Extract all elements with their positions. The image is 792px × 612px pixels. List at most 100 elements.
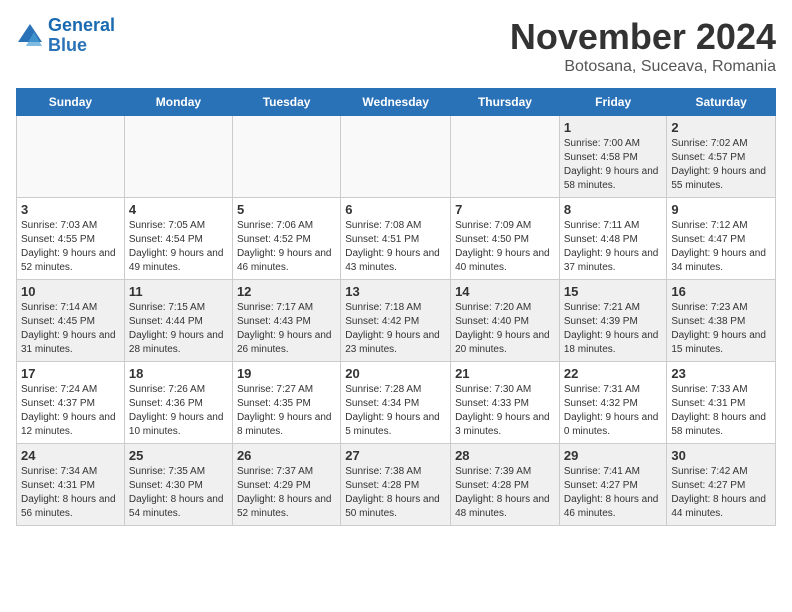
day-of-week-header: Wednesday [341, 89, 451, 116]
calendar-cell: 1 Sunrise: 7:00 AM Sunset: 4:58 PM Daylig… [559, 116, 667, 198]
calendar-cell: 18 Sunrise: 7:26 AM Sunset: 4:36 PM Dayli… [124, 362, 232, 444]
day-info: Sunrise: 7:06 AM Sunset: 4:52 PM Dayligh… [237, 219, 336, 275]
day-number: 29 [564, 448, 663, 463]
calendar-cell: 11Sunrise: 7:15 AM Sunset: 4:44 PM Dayli… [124, 280, 232, 362]
calendar-cell: 17 Sunrise: 7:24 AM Sunset: 4:37 PM Dayli… [17, 362, 125, 444]
calendar-cell: 19Sunrise: 7:27 AM Sunset: 4:35 PM Dayli… [232, 362, 340, 444]
calendar-cell: 2 Sunrise: 7:02 AM Sunset: 4:57 PM Daylig… [667, 116, 776, 198]
calendar-cell: 21 Sunrise: 7:30 AM Sunset: 4:33 PM Dayli… [451, 362, 560, 444]
calendar-cell [232, 116, 340, 198]
calendar-week-row: 1 Sunrise: 7:00 AM Sunset: 4:58 PM Daylig… [17, 116, 776, 198]
day-info: Sunrise: 7:00 AM Sunset: 4:58 PM Dayligh… [564, 137, 663, 193]
calendar-cell: 12 Sunrise: 7:17 AM Sunset: 4:43 PM Dayli… [232, 280, 340, 362]
day-info: Sunrise: 7:08 AM Sunset: 4:51 PM Dayligh… [345, 219, 446, 275]
day-of-week-header: Friday [559, 89, 667, 116]
day-info: Sunrise: 7:31 AM Sunset: 4:32 PM Dayligh… [564, 383, 663, 439]
calendar-cell: 7 Sunrise: 7:09 AM Sunset: 4:50 PM Daylig… [451, 198, 560, 280]
title-area: November 2024 Botosana, Suceava, Romania [510, 16, 776, 76]
day-number: 10 [21, 284, 120, 299]
day-number: 7 [455, 202, 555, 217]
calendar-body: 1 Sunrise: 7:00 AM Sunset: 4:58 PM Daylig… [17, 116, 776, 526]
day-number: 30 [671, 448, 771, 463]
day-number: 4 [129, 202, 228, 217]
day-number: 1 [564, 120, 663, 135]
day-info: Sunrise: 7:38 AM Sunset: 4:28 PM Dayligh… [345, 465, 446, 521]
calendar-cell [124, 116, 232, 198]
day-number: 25 [129, 448, 228, 463]
calendar-table: SundayMondayTuesdayWednesdayThursdayFrid… [16, 88, 776, 526]
calendar-cell [17, 116, 125, 198]
logo: General Blue [16, 16, 115, 56]
logo-line1: General [48, 15, 115, 35]
day-number: 20 [345, 366, 446, 381]
logo-line2: Blue [48, 35, 87, 55]
calendar-cell: 4 Sunrise: 7:05 AM Sunset: 4:54 PM Daylig… [124, 198, 232, 280]
day-number: 16 [671, 284, 771, 299]
day-of-week-header: Saturday [667, 89, 776, 116]
day-number: 3 [21, 202, 120, 217]
day-number: 24 [21, 448, 120, 463]
day-info: Sunrise: 7:09 AM Sunset: 4:50 PM Dayligh… [455, 219, 555, 275]
day-info: Sunrise: 7:37 AM Sunset: 4:29 PM Dayligh… [237, 465, 336, 521]
day-info: Sunrise: 7:17 AM Sunset: 4:43 PM Dayligh… [237, 301, 336, 357]
day-number: 12 [237, 284, 336, 299]
calendar-cell: 9Sunrise: 7:12 AM Sunset: 4:47 PM Daylig… [667, 198, 776, 280]
calendar-cell: 29 Sunrise: 7:41 AM Sunset: 4:27 PM Dayli… [559, 444, 667, 526]
day-info: Sunrise: 7:11 AM Sunset: 4:48 PM Dayligh… [564, 219, 663, 275]
day-number: 28 [455, 448, 555, 463]
day-number: 22 [564, 366, 663, 381]
calendar-cell [341, 116, 451, 198]
day-of-week-header: Sunday [17, 89, 125, 116]
calendar-cell: 14Sunrise: 7:20 AM Sunset: 4:40 PM Dayli… [451, 280, 560, 362]
calendar-week-row: 24 Sunrise: 7:34 AM Sunset: 4:31 PM Dayli… [17, 444, 776, 526]
calendar-week-row: 10 Sunrise: 7:14 AM Sunset: 4:45 PM Dayli… [17, 280, 776, 362]
month-title: November 2024 [510, 16, 776, 58]
day-number: 5 [237, 202, 336, 217]
calendar-cell: 22 Sunrise: 7:31 AM Sunset: 4:32 PM Dayli… [559, 362, 667, 444]
day-info: Sunrise: 7:33 AM Sunset: 4:31 PM Dayligh… [671, 383, 771, 439]
calendar-cell: 10 Sunrise: 7:14 AM Sunset: 4:45 PM Dayli… [17, 280, 125, 362]
calendar-cell: 20 Sunrise: 7:28 AM Sunset: 4:34 PM Dayli… [341, 362, 451, 444]
day-info: Sunrise: 7:30 AM Sunset: 4:33 PM Dayligh… [455, 383, 555, 439]
day-of-week-header: Tuesday [232, 89, 340, 116]
day-info: Sunrise: 7:15 AM Sunset: 4:44 PM Dayligh… [129, 301, 228, 357]
calendar-week-row: 3 Sunrise: 7:03 AM Sunset: 4:55 PM Daylig… [17, 198, 776, 280]
day-number: 27 [345, 448, 446, 463]
calendar-cell: 3 Sunrise: 7:03 AM Sunset: 4:55 PM Daylig… [17, 198, 125, 280]
day-info: Sunrise: 7:21 AM Sunset: 4:39 PM Dayligh… [564, 301, 663, 357]
day-number: 8 [564, 202, 663, 217]
calendar-week-row: 17 Sunrise: 7:24 AM Sunset: 4:37 PM Dayli… [17, 362, 776, 444]
day-info: Sunrise: 7:24 AM Sunset: 4:37 PM Dayligh… [21, 383, 120, 439]
calendar-cell: 25 Sunrise: 7:35 AM Sunset: 4:30 PM Dayli… [124, 444, 232, 526]
calendar-cell: 15 Sunrise: 7:21 AM Sunset: 4:39 PM Dayli… [559, 280, 667, 362]
day-info: Sunrise: 7:28 AM Sunset: 4:34 PM Dayligh… [345, 383, 446, 439]
day-info: Sunrise: 7:14 AM Sunset: 4:45 PM Dayligh… [21, 301, 120, 357]
day-info: Sunrise: 7:26 AM Sunset: 4:36 PM Dayligh… [129, 383, 228, 439]
day-info: Sunrise: 7:35 AM Sunset: 4:30 PM Dayligh… [129, 465, 228, 521]
calendar-cell: 5 Sunrise: 7:06 AM Sunset: 4:52 PM Daylig… [232, 198, 340, 280]
day-number: 17 [21, 366, 120, 381]
day-info: Sunrise: 7:03 AM Sunset: 4:55 PM Dayligh… [21, 219, 120, 275]
calendar-cell: 28Sunrise: 7:39 AM Sunset: 4:28 PM Dayli… [451, 444, 560, 526]
day-info: Sunrise: 7:02 AM Sunset: 4:57 PM Dayligh… [671, 137, 771, 193]
day-number: 2 [671, 120, 771, 135]
calendar-cell: 23 Sunrise: 7:33 AM Sunset: 4:31 PM Dayli… [667, 362, 776, 444]
day-info: Sunrise: 7:41 AM Sunset: 4:27 PM Dayligh… [564, 465, 663, 521]
day-number: 21 [455, 366, 555, 381]
day-number: 18 [129, 366, 228, 381]
day-of-week-header: Monday [124, 89, 232, 116]
day-number: 14 [455, 284, 555, 299]
day-info: Sunrise: 7:18 AM Sunset: 4:42 PM Dayligh… [345, 301, 446, 357]
calendar-cell: 13Sunrise: 7:18 AM Sunset: 4:42 PM Dayli… [341, 280, 451, 362]
day-info: Sunrise: 7:05 AM Sunset: 4:54 PM Dayligh… [129, 219, 228, 275]
header: General Blue November 2024 Botosana, Suc… [16, 16, 776, 76]
calendar-cell: 6Sunrise: 7:08 AM Sunset: 4:51 PM Daylig… [341, 198, 451, 280]
calendar-cell [451, 116, 560, 198]
calendar-cell: 24 Sunrise: 7:34 AM Sunset: 4:31 PM Dayli… [17, 444, 125, 526]
calendar-header-row: SundayMondayTuesdayWednesdayThursdayFrid… [17, 89, 776, 116]
day-number: 15 [564, 284, 663, 299]
day-number: 23 [671, 366, 771, 381]
day-info: Sunrise: 7:27 AM Sunset: 4:35 PM Dayligh… [237, 383, 336, 439]
day-info: Sunrise: 7:42 AM Sunset: 4:27 PM Dayligh… [671, 465, 771, 521]
day-info: Sunrise: 7:34 AM Sunset: 4:31 PM Dayligh… [21, 465, 120, 521]
